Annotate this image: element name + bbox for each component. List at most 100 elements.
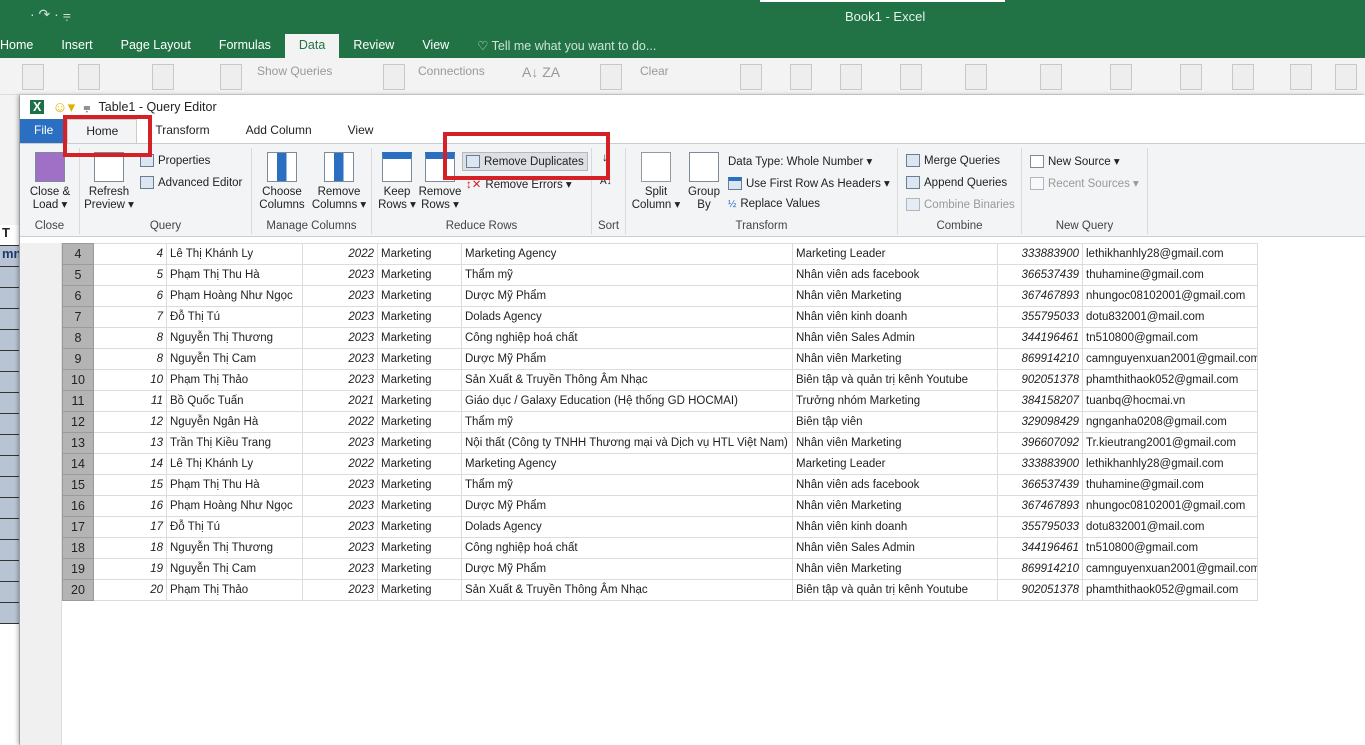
choose-columns-button[interactable]: Choose Columns (256, 152, 308, 212)
email-cell[interactable]: Tr.kieutrang2001@gmail.com (1082, 432, 1258, 454)
department-cell[interactable]: Marketing (377, 453, 462, 475)
phone-cell[interactable]: 902051378 (997, 579, 1083, 601)
position-cell[interactable]: Nhân viên Marketing (792, 495, 998, 517)
position-cell[interactable]: Nhân viên ads facebook (792, 264, 998, 286)
combine-binaries-button[interactable]: Combine Binaries (906, 198, 1015, 211)
remove-duplicates-button[interactable]: Remove Duplicates (462, 152, 588, 171)
index-cell[interactable]: 13 (93, 432, 167, 454)
year-cell[interactable]: 2021 (302, 390, 378, 412)
department-cell[interactable]: Marketing (377, 264, 462, 286)
table-row[interactable]: 12 12 Nguyễn Ngân Hà 2022 Marketing Thẩm mỹ Bi… (62, 411, 1258, 433)
phone-cell[interactable]: 869914210 (997, 558, 1083, 580)
table-row[interactable]: 11 11 Bồ Quốc Tuấn 2021 Marketing Giáo dục / … (62, 390, 1258, 412)
name-cell[interactable]: Lê Thị Khánh Ly (166, 243, 303, 265)
index-cell[interactable]: 16 (93, 495, 167, 517)
phone-cell[interactable]: 366537439 (997, 264, 1083, 286)
index-cell[interactable]: 14 (93, 453, 167, 475)
name-cell[interactable]: Phạm Thị Thu Hà (166, 264, 303, 286)
company-cell[interactable]: Thẩm mỹ (461, 264, 793, 286)
index-cell[interactable]: 5 (93, 264, 167, 286)
phone-cell[interactable]: 329098429 (997, 411, 1083, 433)
remove-columns-button[interactable]: Remove Columns ▾ (310, 152, 368, 212)
table-row[interactable]: 17 17 Đỗ Thị Tú 2023 Marketing Dolads Agency N… (62, 516, 1258, 538)
company-cell[interactable]: Thẩm mỹ (461, 411, 793, 433)
show-queries-button[interactable]: Show Queries (257, 64, 332, 78)
year-cell[interactable]: 2023 (302, 264, 378, 286)
new-source-button[interactable]: New Source ▾ (1030, 154, 1120, 168)
table-row[interactable]: 20 20 Phạm Thị Thảo 2023 Marketing Sản Xuất &… (62, 579, 1258, 601)
replace-values-button[interactable]: ½ Replace Values (728, 198, 820, 210)
year-cell[interactable]: 2023 (302, 558, 378, 580)
row-number[interactable]: 6 (62, 285, 94, 307)
table-row[interactable]: 7 7 Đỗ Thị Tú 2023 Marketing Dolads Agency Nhâ… (62, 306, 1258, 328)
index-cell[interactable]: 12 (93, 411, 167, 433)
year-cell[interactable]: 2023 (302, 516, 378, 538)
company-cell[interactable]: Dược Mỹ Phẩm (461, 558, 793, 580)
position-cell[interactable]: Nhân viên kinh doanh (792, 516, 998, 538)
year-cell[interactable]: 2023 (302, 474, 378, 496)
name-cell[interactable]: Lê Thị Khánh Ly (166, 453, 303, 475)
index-cell[interactable]: 8 (93, 348, 167, 370)
year-cell[interactable]: 2023 (302, 537, 378, 559)
tell-me-search[interactable]: ♡ Tell me what you want to do... (463, 34, 670, 58)
name-cell[interactable]: Phạm Hoàng Như Ngọc (166, 285, 303, 307)
email-cell[interactable]: nhungoc08102001@gmail.com (1082, 285, 1258, 307)
remove-rows-button[interactable]: Remove Rows ▾ (418, 152, 462, 212)
position-cell[interactable]: Biên tập và quản trị kênh Youtube (792, 579, 998, 601)
refresh-preview-button[interactable]: Refresh Preview ▾ (84, 152, 134, 212)
email-cell[interactable]: tuanbq@hocmai.vn (1082, 390, 1258, 412)
index-cell[interactable]: 6 (93, 285, 167, 307)
name-cell[interactable]: Phạm Thị Thu Hà (166, 474, 303, 496)
excel-tab-data[interactable]: Data (284, 34, 340, 58)
tab-add-column[interactable]: Add Column (228, 119, 330, 143)
index-cell[interactable]: 15 (93, 474, 167, 496)
row-number[interactable]: 5 (62, 264, 94, 286)
email-cell[interactable]: lethikhanhly28@gmail.com (1082, 453, 1258, 475)
append-queries-button[interactable]: Append Queries (906, 176, 1007, 189)
department-cell[interactable]: Marketing (377, 327, 462, 349)
phone-cell[interactable]: 355795033 (997, 516, 1083, 538)
phone-cell[interactable]: 384158207 (997, 390, 1083, 412)
name-cell[interactable]: Nguyễn Ngân Hà (166, 411, 303, 433)
merge-queries-button[interactable]: Merge Queries (906, 154, 1000, 167)
company-cell[interactable]: Marketing Agency (461, 453, 793, 475)
phone-cell[interactable]: 344196461 (997, 537, 1083, 559)
company-cell[interactable]: Dolads Agency (461, 306, 793, 328)
department-cell[interactable]: Marketing (377, 390, 462, 412)
department-cell[interactable]: Marketing (377, 558, 462, 580)
email-cell[interactable]: lethikhanhly28@gmail.com (1082, 243, 1258, 265)
index-cell[interactable]: 10 (93, 369, 167, 391)
index-cell[interactable]: 8 (93, 327, 167, 349)
row-number[interactable]: 9 (62, 348, 94, 370)
phone-cell[interactable]: 396607092 (997, 432, 1083, 454)
smiley-feedback-icon[interactable]: ☺▾ (52, 98, 75, 116)
email-cell[interactable]: phamthithaok052@gmail.com (1082, 369, 1258, 391)
phone-cell[interactable]: 333883900 (997, 243, 1083, 265)
excel-tab-review[interactable]: Review (339, 34, 408, 58)
row-number[interactable]: 13 (62, 432, 94, 454)
department-cell[interactable]: Marketing (377, 432, 462, 454)
department-cell[interactable]: Marketing (377, 474, 462, 496)
department-cell[interactable]: Marketing (377, 285, 462, 307)
table-row[interactable]: 13 13 Trần Thị Kiều Trang 2023 Marketing Nội … (62, 432, 1258, 454)
phone-cell[interactable]: 355795033 (997, 306, 1083, 328)
year-cell[interactable]: 2023 (302, 285, 378, 307)
phone-cell[interactable]: 367467893 (997, 495, 1083, 517)
table-row[interactable]: 14 14 Lê Thị Khánh Ly 2022 Marketing Marketin… (62, 453, 1258, 475)
company-cell[interactable]: Nội thất (Công ty TNHH Thương mại và Dịc… (461, 432, 793, 454)
email-cell[interactable]: phamthithaok052@gmail.com (1082, 579, 1258, 601)
remove-errors-button[interactable]: ↕✕ Remove Errors ▾ (466, 177, 572, 191)
tab-transform[interactable]: Transform (137, 119, 227, 143)
department-cell[interactable]: Marketing (377, 243, 462, 265)
year-cell[interactable]: 2023 (302, 327, 378, 349)
department-cell[interactable]: Marketing (377, 369, 462, 391)
position-cell[interactable]: Nhân viên Sales Admin (792, 537, 998, 559)
table-row[interactable]: 5 5 Phạm Thị Thu Hà 2023 Marketing Thẩm mỹ Nhâ… (62, 264, 1258, 286)
department-cell[interactable]: Marketing (377, 579, 462, 601)
index-cell[interactable]: 17 (93, 516, 167, 538)
email-cell[interactable]: tn510800@gmail.com (1082, 327, 1258, 349)
excel-tab-page-layout[interactable]: Page Layout (107, 34, 205, 58)
recent-sources-button[interactable]: Recent Sources ▾ (1030, 176, 1139, 190)
email-cell[interactable]: camnguyenxuan2001@gmail.com (1082, 348, 1258, 370)
table-row[interactable]: 18 18 Nguyễn Thị Thương 2023 Marketing Công n… (62, 537, 1258, 559)
